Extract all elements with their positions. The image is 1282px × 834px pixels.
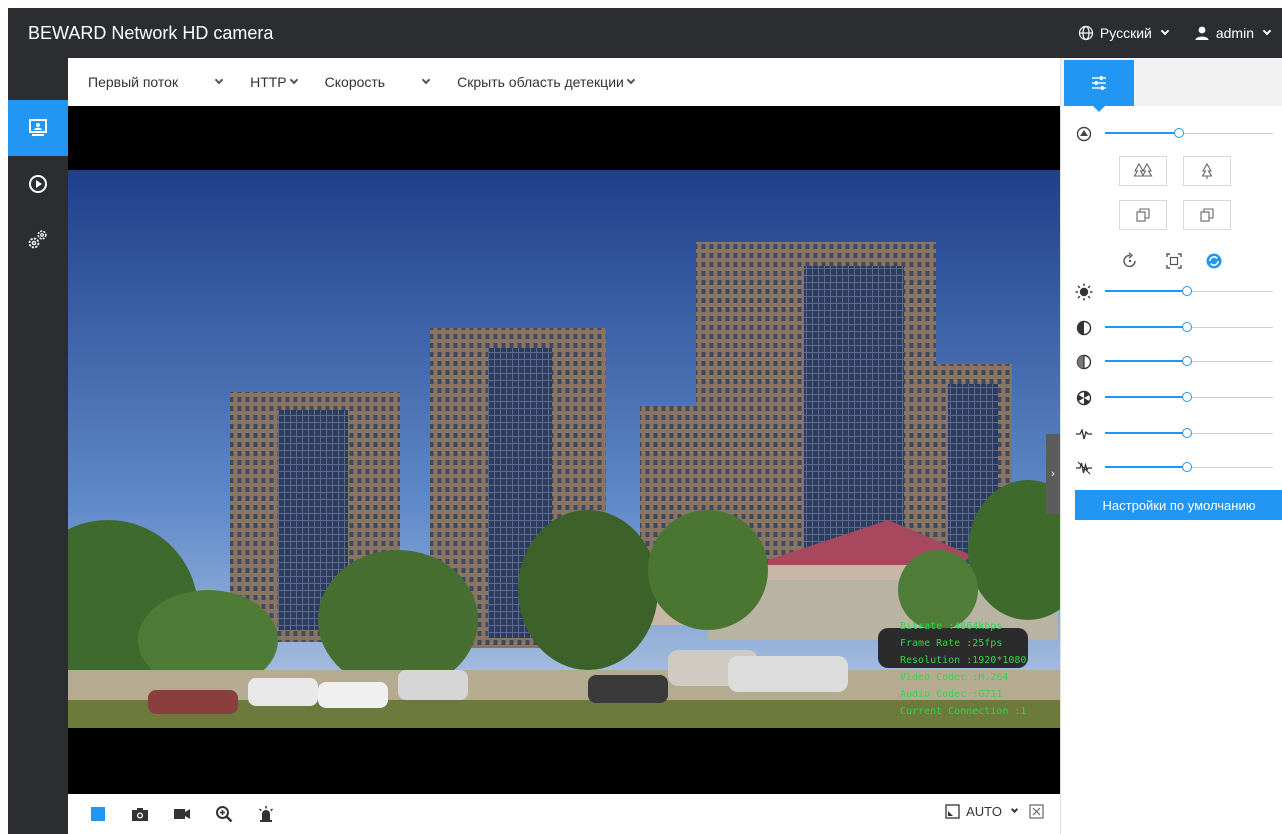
mode-label: Скорость <box>324 74 386 90</box>
snapshot-button[interactable] <box>130 804 150 824</box>
refresh-icon <box>1206 253 1222 269</box>
video-viewport[interactable]: Bitrate :4864kbps Frame Rate :25fps Reso… <box>68 106 1060 794</box>
top-bar: BEWARD Network HD camera Русский admin <box>8 8 1282 58</box>
gears-icon <box>28 230 47 249</box>
osd-resolution: Resolution :1920*1080 <box>900 655 1027 666</box>
exposure-slider[interactable] <box>1105 124 1273 144</box>
stream-select[interactable]: Первый поток <box>88 74 224 90</box>
copy-icon <box>1200 208 1214 222</box>
brightness-slider[interactable] <box>1105 282 1273 302</box>
stop-icon <box>91 807 105 821</box>
sun-icon <box>1075 283 1093 301</box>
left-nav <box>8 58 68 834</box>
hue-icon <box>1075 389 1093 407</box>
reset-defaults-button[interactable]: Настройки по умолчанию <box>1075 490 1282 520</box>
chevron-down-icon <box>421 75 431 85</box>
globe-icon <box>1078 25 1094 41</box>
auto-adjust-button[interactable] <box>1203 250 1225 272</box>
stream-toolbar: Первый поток HTTP Скорость Скрыть област… <box>68 58 1060 106</box>
digital-zoom-button[interactable] <box>214 804 234 824</box>
chevron-down-icon <box>626 75 636 85</box>
panel-tabs <box>1061 58 1282 112</box>
protocol-label: HTTP <box>250 74 287 90</box>
saturation-icon <box>1075 353 1093 371</box>
sharpness-icon <box>1075 425 1093 443</box>
stop-button[interactable] <box>88 804 108 824</box>
alarm-button[interactable] <box>256 804 276 824</box>
sharpness-row <box>1075 424 1275 444</box>
nav-live-view[interactable] <box>8 100 68 156</box>
rotate-button[interactable] <box>1119 250 1141 272</box>
monitor-icon <box>29 119 47 136</box>
fullscreen-icon[interactable] <box>1029 804 1044 819</box>
chevron-down-icon <box>1160 26 1170 36</box>
chevron-down-icon <box>1010 805 1019 814</box>
hue-slider[interactable] <box>1105 388 1273 408</box>
noise-reduction-slider[interactable] <box>1105 458 1273 478</box>
stream-info-overlay: Bitrate :4864kbps Frame Rate :25fps Reso… <box>900 618 1026 720</box>
osd-connections: Current Connection :1 <box>900 706 1027 717</box>
protocol-select[interactable]: HTTP <box>250 74 298 90</box>
saturation-slider[interactable] <box>1105 352 1273 372</box>
noise-icon <box>1075 459 1093 477</box>
chevron-down-icon <box>214 75 224 85</box>
image-settings-panel: Настройки по умолчанию <box>1060 58 1282 834</box>
record-button[interactable] <box>172 804 192 824</box>
scene-indoor-button[interactable] <box>1183 156 1231 186</box>
zoom-mode-select[interactable]: AUTO <box>966 804 1002 819</box>
video-camera-icon <box>174 809 190 819</box>
noise-reduction-row <box>1075 458 1275 478</box>
brightness-row <box>1075 282 1275 302</box>
osd-video-codec: Video Codec :H.264 <box>900 672 1009 683</box>
copy-icon <box>1136 208 1150 222</box>
stream-label: Первый поток <box>88 74 179 90</box>
user-name: admin <box>1215 25 1254 41</box>
zoom-in-icon <box>216 806 233 823</box>
crop-button[interactable] <box>1163 250 1185 272</box>
nav-settings[interactable] <box>8 212 68 268</box>
scene-outdoor-button[interactable] <box>1119 156 1167 186</box>
sliders-icon <box>1092 76 1106 90</box>
chevron-right-icon: › <box>1051 468 1055 480</box>
contrast-row <box>1075 318 1275 338</box>
osd-bitrate: Bitrate :4864kbps <box>900 621 1003 632</box>
contrast-icon <box>1075 319 1093 337</box>
saturation-row <box>1075 352 1275 372</box>
tab-image-adjust[interactable] <box>1064 60 1134 112</box>
exposure-icon <box>1075 125 1093 143</box>
osd-audio-codec: Audio Codec :G711 <box>900 689 1003 700</box>
tree-icon <box>1201 162 1213 179</box>
aspect-ratio-icon <box>945 804 960 819</box>
sharpness-slider[interactable] <box>1105 424 1273 444</box>
detection-area-toggle[interactable]: Скрыть область детекции <box>457 74 636 90</box>
user-icon <box>1195 26 1209 40</box>
camera-icon <box>132 808 148 821</box>
crop-icon <box>1166 253 1182 269</box>
exposure-row <box>1075 124 1275 144</box>
contrast-slider[interactable] <box>1105 318 1273 338</box>
mirror-button[interactable] <box>1119 200 1167 230</box>
rotate-icon <box>1123 252 1136 268</box>
trees-icon <box>1133 162 1153 177</box>
panel-collapse-handle[interactable]: › <box>1046 434 1060 514</box>
hue-row <box>1075 388 1275 408</box>
nav-playback[interactable] <box>8 156 68 212</box>
play-circle-icon <box>29 175 47 193</box>
video-control-bar: AUTO <box>68 794 1060 834</box>
chevron-down-icon <box>289 75 298 85</box>
user-menu[interactable]: admin <box>1194 25 1272 41</box>
osd-frame-rate: Frame Rate :25fps <box>900 638 1003 649</box>
detection-label: Скрыть область детекции <box>457 74 624 90</box>
app-title: BEWARD Network HD camera <box>28 22 274 43</box>
language-selector[interactable]: Русский <box>1078 25 1170 41</box>
mode-select[interactable]: Скорость <box>324 74 431 90</box>
chevron-down-icon <box>1262 26 1272 36</box>
language-label: Русский <box>1099 25 1152 41</box>
flip-button[interactable] <box>1183 200 1231 230</box>
alarm-light-icon <box>259 806 273 822</box>
